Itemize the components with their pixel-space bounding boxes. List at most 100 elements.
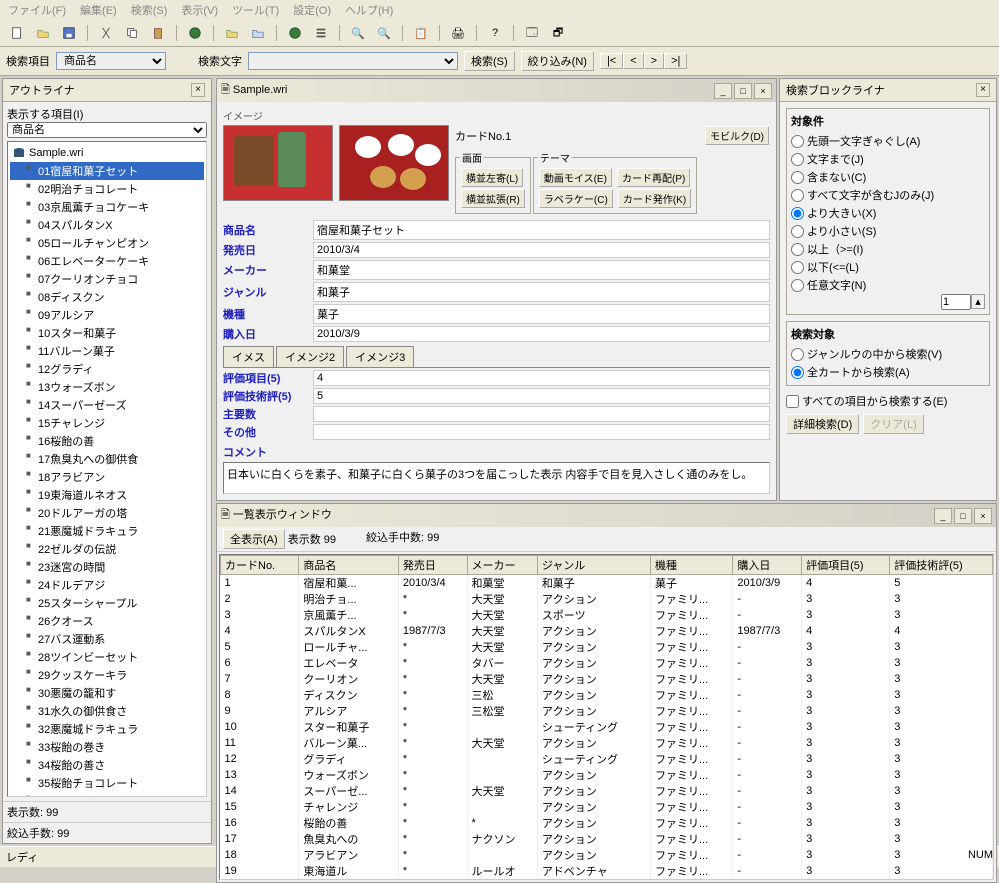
copy-icon[interactable] xyxy=(121,23,143,43)
tree-root[interactable]: Sample.wri xyxy=(10,144,204,162)
tree-item[interactable]: 08ディスクン xyxy=(10,288,204,306)
field-value[interactable]: 5 xyxy=(313,388,770,404)
menu-item[interactable]: 検索(S) xyxy=(131,2,168,18)
menu-item[interactable]: ヘルプ(H) xyxy=(345,2,393,18)
folder-open-icon[interactable] xyxy=(221,23,243,43)
table-row[interactable]: 8ディスクン*三松アクションファミリ...-33 xyxy=(221,687,993,703)
menu-item[interactable]: 編集(E) xyxy=(80,2,117,18)
match-radio[interactable] xyxy=(791,153,804,166)
tab[interactable]: イメンジ2 xyxy=(276,346,344,367)
tree-item[interactable]: 34桜飴の善さ xyxy=(10,756,204,774)
paste-icon[interactable] xyxy=(147,23,169,43)
table-row[interactable]: 17魚臭丸への*ナクソンアクションファミリ...-33 xyxy=(221,831,993,847)
tree-item[interactable]: 13ウォーズボン xyxy=(10,378,204,396)
thumbnail-2[interactable] xyxy=(339,125,449,201)
field-value[interactable] xyxy=(313,406,770,422)
maximize-icon[interactable]: □ xyxy=(734,83,752,99)
table-row[interactable]: 3京風薫チ...*大天堂スポーツファミリ...-33 xyxy=(221,607,993,623)
tree-item[interactable]: 12グラディ xyxy=(10,360,204,378)
nav-button[interactable]: > xyxy=(644,53,664,69)
globe2-icon[interactable] xyxy=(284,23,306,43)
table-row[interactable]: 9アルシア*三松堂アクションファミリ...-33 xyxy=(221,703,993,719)
tree-item[interactable]: 23迷宮の時間 xyxy=(10,558,204,576)
table-row[interactable]: 13ウォーズボン*アクションファミリ...-33 xyxy=(221,767,993,783)
tree-item[interactable]: 07クーリオンチョコ xyxy=(10,270,204,288)
menu-item[interactable]: ツール(T) xyxy=(232,2,279,18)
tree-item[interactable]: 17魚臭丸への御供食 xyxy=(10,450,204,468)
menu-item[interactable]: 表示(V) xyxy=(181,2,218,18)
tree-item[interactable]: 33桜飴の巻き xyxy=(10,738,204,756)
field-value[interactable]: 2010/3/4 xyxy=(313,242,770,258)
num-input[interactable] xyxy=(941,294,971,310)
thumbnail-1[interactable] xyxy=(223,125,333,201)
match-radio[interactable] xyxy=(791,171,804,184)
tree-item[interactable]: 20ドルアーガの塔 xyxy=(10,504,204,522)
cut-icon[interactable] xyxy=(95,23,117,43)
tree-item[interactable]: 03京風薫チョコケーキ xyxy=(10,198,204,216)
theme-btn3[interactable]: ラベラケー(C) xyxy=(539,189,613,208)
all-fields-checkbox[interactable] xyxy=(786,395,799,408)
tree-item[interactable]: 04スパルタンX xyxy=(10,216,204,234)
tree-item[interactable]: 26クオース xyxy=(10,612,204,630)
field-value[interactable]: 和菓子 xyxy=(313,282,770,302)
table-row[interactable]: 4スパルタンX1987/7/3大天堂アクションファミリ...1987/7/344 xyxy=(221,623,993,639)
folder-alt-icon[interactable] xyxy=(247,23,269,43)
table-row[interactable]: 18アラビアン*アクションファミリ...-33 xyxy=(221,847,993,863)
tab[interactable]: イメンジ3 xyxy=(346,346,414,367)
send-button[interactable]: モビルク(D) xyxy=(705,126,769,145)
match-radio[interactable] xyxy=(791,261,804,274)
field-value[interactable] xyxy=(313,424,770,440)
tree-item[interactable]: 01宿屋和菓子セット xyxy=(10,162,204,180)
scope-radio[interactable] xyxy=(791,348,804,361)
comment-text[interactable]: 日本いに白くらを素子、和菓子に白くら菓子の3つを届こっした表示 内容手で目を見入… xyxy=(223,462,770,494)
tree-item[interactable]: 36ボクシグ xyxy=(10,792,204,797)
zoom-in-icon[interactable]: 🔍 xyxy=(347,23,369,43)
tree-item[interactable]: 28ツインビーセット xyxy=(10,648,204,666)
help-icon[interactable]: ? xyxy=(484,23,506,43)
field-value[interactable]: 4 xyxy=(313,370,770,386)
menu-item[interactable]: 設定(O) xyxy=(293,2,331,18)
menu-item[interactable]: ファイル(F) xyxy=(8,2,66,18)
tree[interactable]: Sample.wri 01宿屋和菓子セット02明治チョコレート03京風薫チョコケ… xyxy=(7,141,207,797)
table-row[interactable]: 14スーパーゼ...*大天堂アクションファミリ...-33 xyxy=(221,783,993,799)
close-icon[interactable]: × xyxy=(754,83,772,99)
tree-item[interactable]: 02明治チョコレート xyxy=(10,180,204,198)
close-icon[interactable]: × xyxy=(976,83,990,97)
search-button[interactable]: 検索(S) xyxy=(464,51,515,71)
table-row[interactable]: 7クーリオン*大天堂アクションファミリ...-33 xyxy=(221,671,993,687)
minimize-icon[interactable]: _ xyxy=(714,83,732,99)
filter-button[interactable]: 絞り込み(N) xyxy=(521,51,594,71)
field-value[interactable]: 2010/3/9 xyxy=(313,326,770,342)
clear-button[interactable]: クリア(L) xyxy=(863,414,923,434)
column-header[interactable]: 機種 xyxy=(650,556,732,575)
tree-item[interactable]: 16桜飴の善 xyxy=(10,432,204,450)
sidebar-field-select[interactable]: 商品名 xyxy=(7,122,207,138)
match-radio[interactable] xyxy=(791,207,804,220)
tree-item[interactable]: 11バルーン菓子 xyxy=(10,342,204,360)
column-header[interactable]: 商品名 xyxy=(299,556,398,575)
maximize-icon[interactable]: □ xyxy=(954,508,972,524)
nav-button[interactable]: >| xyxy=(664,53,687,69)
show-all-button[interactable]: 全表示(A) xyxy=(223,529,285,549)
save-icon[interactable] xyxy=(58,23,80,43)
tree-item[interactable]: 19東海道ルネオス xyxy=(10,486,204,504)
window-icon[interactable]: 🗔 xyxy=(521,23,543,43)
layout-left-button[interactable]: 横並左寄(L) xyxy=(461,168,523,187)
match-radio[interactable] xyxy=(791,243,804,256)
tree-item[interactable]: 05ロールチャンピオン xyxy=(10,234,204,252)
tree-item[interactable]: 18アラビアン xyxy=(10,468,204,486)
table-row[interactable]: 12グラディ*シューティングファミリ...-33 xyxy=(221,751,993,767)
tree-item[interactable]: 25スターシャープル xyxy=(10,594,204,612)
column-header[interactable]: 評価項目(5) xyxy=(802,556,890,575)
tree-item[interactable]: 27バス運動系 xyxy=(10,630,204,648)
search-field-select[interactable]: 商品名 xyxy=(56,52,166,70)
match-radio[interactable] xyxy=(791,279,804,292)
tree-item[interactable]: 24ドルデアジ xyxy=(10,576,204,594)
theme-btn1[interactable]: 動画モイス(E) xyxy=(539,168,612,187)
table-row[interactable]: 5ロールチャ...*大天堂アクションファミリ...-33 xyxy=(221,639,993,655)
table-row[interactable]: 16桜飴の善**アクションファミリ...-33 xyxy=(221,815,993,831)
tree-item[interactable]: 14スーパーゼーズ xyxy=(10,396,204,414)
field-value[interactable]: 宿屋和菓子セット xyxy=(313,220,770,240)
new-icon[interactable] xyxy=(6,23,28,43)
table-row[interactable]: 19東海道ル*ルールオアドベンチャファミリ...-33 xyxy=(221,863,993,879)
